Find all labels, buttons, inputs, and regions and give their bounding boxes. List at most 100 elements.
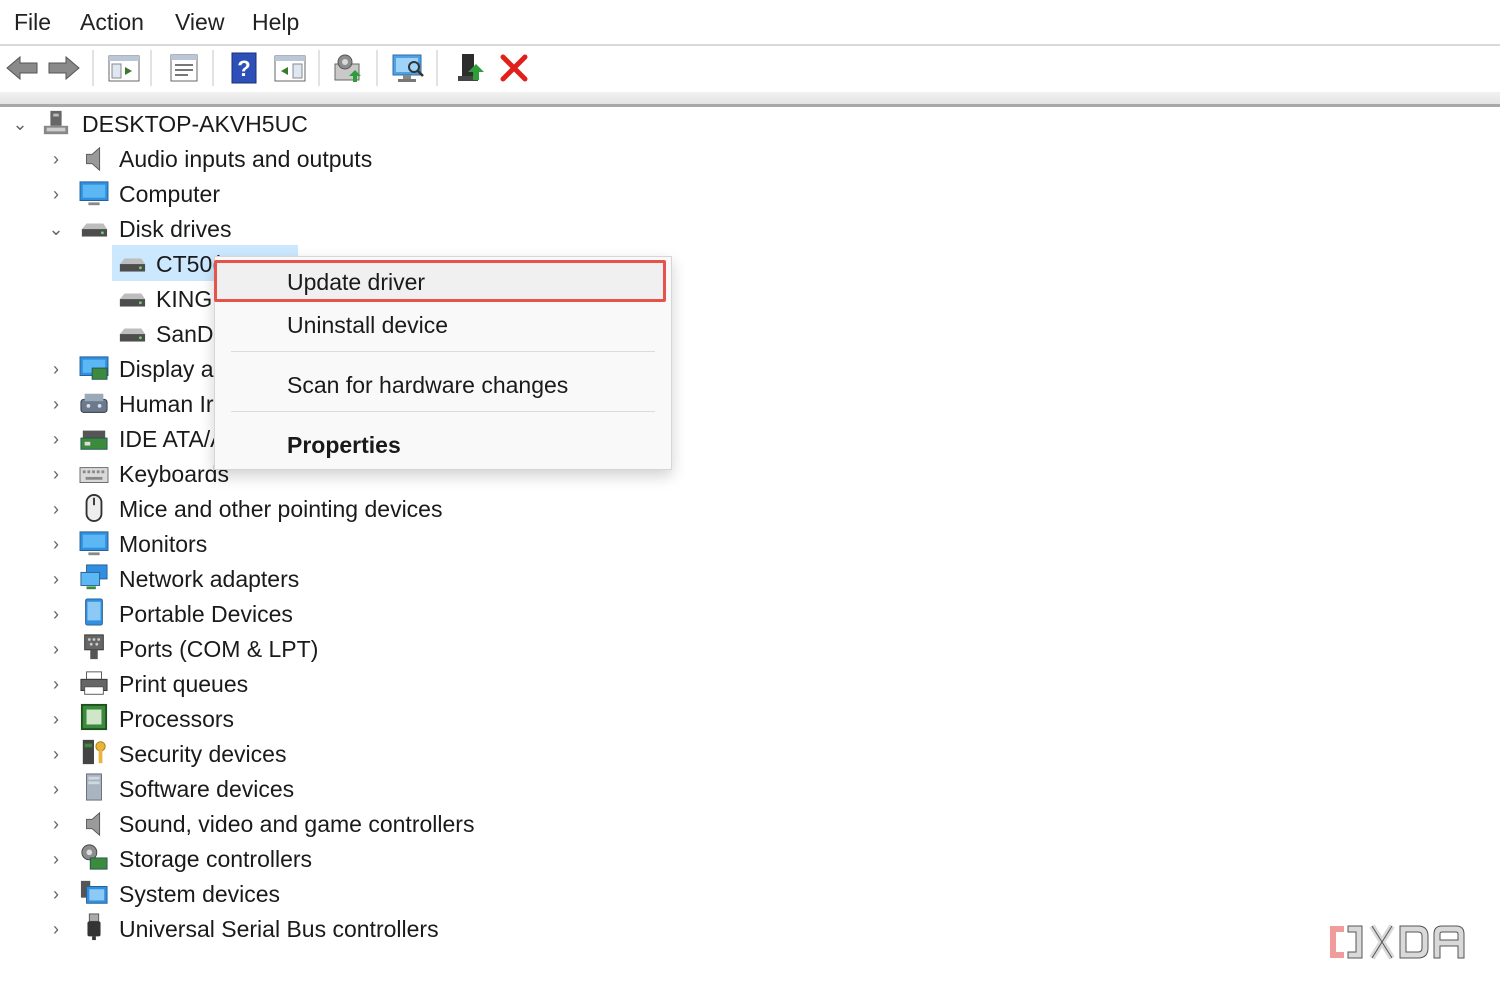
chevron-right-icon[interactable]: › xyxy=(46,912,66,947)
tree-item-label: Audio inputs and outputs xyxy=(119,146,373,172)
tree-item-security-devices[interactable]: › Security devices xyxy=(0,737,500,772)
tree-item-storage-controllers[interactable]: › Storage controllers xyxy=(0,842,500,877)
menu-file[interactable]: File xyxy=(14,9,51,36)
context-item-label: Scan for hardware changes xyxy=(287,372,569,398)
tree-item-label: Display a xyxy=(119,356,214,382)
chevron-right-icon[interactable]: › xyxy=(46,632,66,667)
callout-highlight-box xyxy=(214,260,666,302)
tree-item-label: Universal Serial Bus controllers xyxy=(119,916,439,942)
toolbar-separator xyxy=(318,50,320,86)
monitor-icon xyxy=(79,181,109,206)
tree-item-sound-video-game[interactable]: › Sound, video and game controllers xyxy=(0,807,600,842)
chevron-right-icon[interactable]: › xyxy=(46,352,66,387)
disk-drive-icon xyxy=(119,258,146,272)
tree-item-label: Ports (COM & LPT) xyxy=(119,636,319,662)
chevron-right-icon[interactable]: › xyxy=(46,772,66,807)
enable-device-icon[interactable] xyxy=(452,50,488,86)
tree-item-label: SanDi xyxy=(156,321,219,347)
port-connector-icon xyxy=(84,634,104,660)
menu-help[interactable]: Help xyxy=(252,9,299,36)
toolbar: ? xyxy=(0,46,1500,92)
tree-item-print-queues[interactable]: › Print queues xyxy=(0,667,500,702)
update-driver-icon[interactable] xyxy=(330,50,366,86)
tree-root[interactable]: ⌄ DESKTOP-AKVH5UC xyxy=(0,107,400,142)
chevron-right-icon[interactable]: › xyxy=(46,527,66,562)
computer-root-icon xyxy=(43,110,69,135)
storage-controller-icon xyxy=(81,844,108,870)
toolbar-separator xyxy=(150,50,152,86)
context-menu-separator xyxy=(231,351,655,352)
context-item-properties[interactable]: Properties xyxy=(215,424,671,464)
forward-arrow-icon[interactable] xyxy=(46,50,82,86)
tree-item-label: Software devices xyxy=(119,776,295,802)
chevron-down-icon[interactable]: ⌄ xyxy=(10,107,30,142)
chevron-right-icon[interactable]: › xyxy=(46,422,66,457)
chevron-right-icon[interactable]: › xyxy=(46,737,66,772)
chevron-right-icon[interactable]: › xyxy=(46,492,66,527)
disk-drive-icon xyxy=(119,328,146,342)
menu-action[interactable]: Action xyxy=(80,9,144,36)
software-device-icon xyxy=(86,773,102,801)
tree-item-label: Human Ir xyxy=(119,391,214,417)
human-interface-device-icon xyxy=(80,393,108,413)
tree-item-label: Security devices xyxy=(119,741,287,767)
tree-item-monitors[interactable]: › Monitors xyxy=(0,527,500,562)
tree-item-label: Storage controllers xyxy=(119,846,313,872)
device-tree: ⌄ DESKTOP-AKVH5UC › Audio inputs and out… xyxy=(0,107,1500,1000)
display-adapter-icon xyxy=(79,356,109,380)
action-pane-icon[interactable] xyxy=(272,50,308,86)
uninstall-device-icon[interactable] xyxy=(496,50,532,86)
chevron-right-icon[interactable]: › xyxy=(46,457,66,492)
chevron-right-icon[interactable]: › xyxy=(46,877,66,912)
tree-item-disk-drives[interactable]: ⌄ Disk drives xyxy=(0,212,500,247)
tree-item-system-devices[interactable]: › System devices xyxy=(0,877,500,912)
context-item-scan-hardware[interactable]: Scan for hardware changes xyxy=(215,364,671,404)
toolbar-divider xyxy=(0,92,1500,107)
chevron-right-icon[interactable]: › xyxy=(46,387,66,422)
chevron-right-icon[interactable]: › xyxy=(46,807,66,842)
disk-drive-icon xyxy=(81,223,108,237)
tree-item-usb-controllers[interactable]: › Universal Serial Bus controllers xyxy=(0,912,600,947)
show-hide-console-tree-icon[interactable] xyxy=(106,50,142,86)
chevron-right-icon[interactable]: › xyxy=(46,842,66,877)
chevron-right-icon[interactable]: › xyxy=(46,142,66,177)
menu-view[interactable]: View xyxy=(175,9,224,36)
ide-controller-icon xyxy=(80,430,108,450)
tree-item-audio[interactable]: › Audio inputs and outputs xyxy=(0,142,500,177)
menu-bar: File Action View Help xyxy=(0,0,1500,46)
keyboard-icon xyxy=(79,467,109,483)
chevron-right-icon[interactable]: › xyxy=(46,667,66,702)
tree-item-label: Disk drives xyxy=(119,216,232,242)
chevron-right-icon[interactable]: › xyxy=(46,702,66,737)
context-item-label: Properties xyxy=(287,432,401,458)
tree-item-network-adapters[interactable]: › Network adapters xyxy=(0,562,500,597)
context-menu: Update driver Uninstall device Scan for … xyxy=(214,256,672,470)
tree-item-processors[interactable]: › Processors xyxy=(0,702,500,737)
tree-item-label: Sound, video and game controllers xyxy=(119,811,475,837)
network-adapter-icon xyxy=(80,564,108,590)
chevron-right-icon[interactable]: › xyxy=(46,177,66,212)
tree-item-software-devices[interactable]: › Software devices xyxy=(0,772,500,807)
tree-item-computer[interactable]: › Computer xyxy=(0,177,500,212)
chevron-down-icon[interactable]: ⌄ xyxy=(46,212,66,247)
security-device-icon xyxy=(82,739,106,765)
context-item-update-driver[interactable]: Update driver xyxy=(214,260,671,302)
chevron-right-icon[interactable]: › xyxy=(46,597,66,632)
help-icon[interactable]: ? xyxy=(226,50,262,86)
context-item-label: Update driver xyxy=(287,269,426,295)
tree-item-mice[interactable]: › Mice and other pointing devices xyxy=(0,492,600,527)
speaker-icon xyxy=(86,811,101,837)
tree-item-label: Keyboards xyxy=(119,461,229,487)
properties-icon[interactable] xyxy=(166,50,202,86)
context-item-uninstall-device[interactable]: Uninstall device xyxy=(215,304,671,344)
scan-hardware-icon[interactable] xyxy=(390,50,426,86)
chevron-right-icon[interactable]: › xyxy=(46,562,66,597)
tree-item-label: IDE ATA/A xyxy=(119,426,226,452)
speaker-icon xyxy=(86,146,101,172)
toolbar-separator xyxy=(436,50,438,86)
processor-icon xyxy=(80,703,108,731)
toolbar-separator xyxy=(376,50,378,86)
tree-item-ports[interactable]: › Ports (COM & LPT) xyxy=(0,632,500,667)
back-arrow-icon[interactable] xyxy=(4,50,40,86)
tree-item-portable-devices[interactable]: › Portable Devices xyxy=(0,597,500,632)
